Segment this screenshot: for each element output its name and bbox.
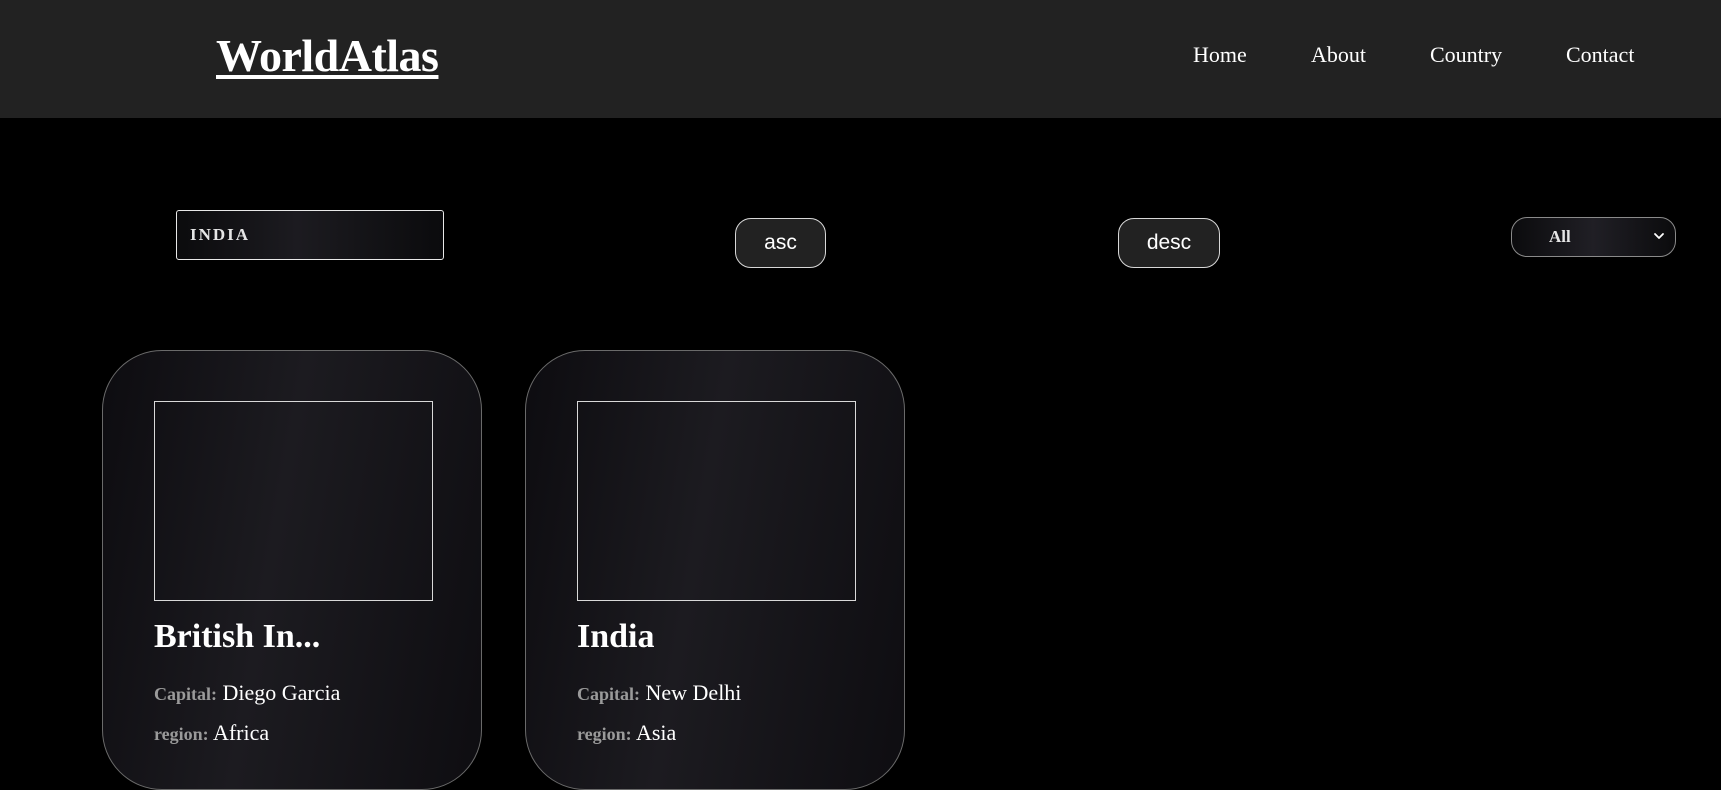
nav-link-contact[interactable]: Contact [1566,40,1634,70]
region-row: region: Asia [577,719,676,748]
region-value: Africa [212,720,270,745]
capital-value: Diego Garcia [222,680,341,705]
sort-desc-button[interactable]: desc [1118,218,1220,268]
region-row: region: Africa [154,719,269,748]
region-value: Asia [635,720,677,745]
nav-link-country[interactable]: Country [1430,40,1502,70]
country-name: British In... [154,618,321,655]
region-label: region: [154,724,209,744]
site-logo[interactable]: WorldAtlas [216,28,439,84]
region-filter-value: All [1549,227,1571,246]
country-name: India [577,618,655,655]
sort-asc-button[interactable]: asc [735,218,826,268]
region-filter-select[interactable]: All [1511,217,1676,257]
capital-row: Capital: Diego Garcia [154,679,340,708]
country-flag-image [154,401,433,601]
nav-link-about[interactable]: About [1311,40,1366,70]
chevron-down-icon [1654,233,1664,239]
capital-label: Capital: [154,684,217,704]
site-header: WorldAtlas Home About Country Contact [0,0,1721,118]
capital-value: New Delhi [645,680,742,705]
country-card: British In... Capital: Diego Garcia regi… [102,350,482,790]
country-flag-image [577,401,856,601]
nav-link-home[interactable]: Home [1193,40,1247,70]
country-card: India Capital: New Delhi region: Asia [525,350,905,790]
capital-label: Capital: [577,684,640,704]
capital-row: Capital: New Delhi [577,679,741,708]
search-input[interactable] [176,210,444,260]
region-label: region: [577,724,632,744]
